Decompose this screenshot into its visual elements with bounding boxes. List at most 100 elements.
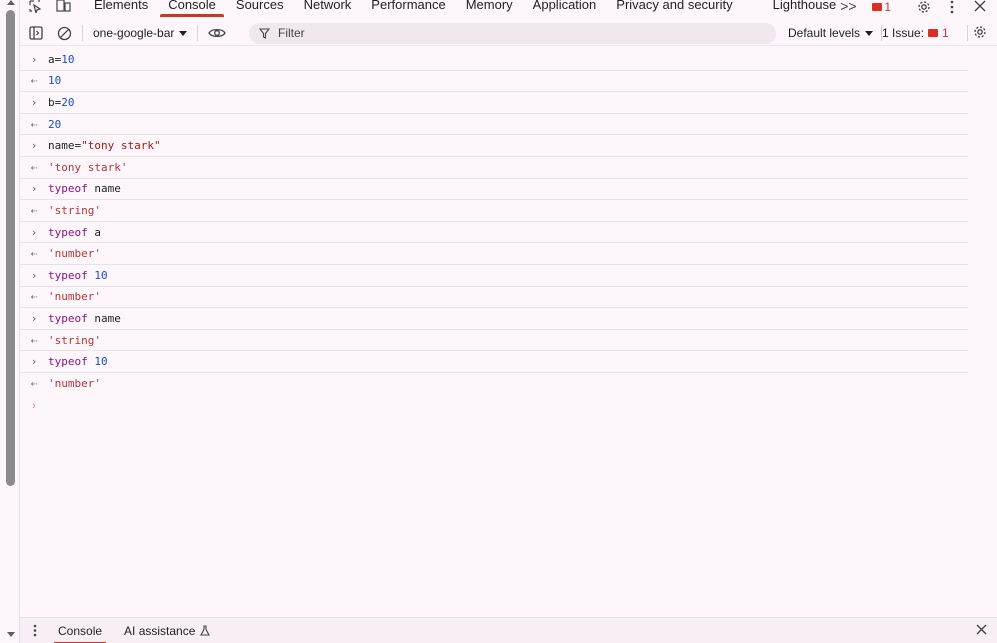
- drawer-close-icon[interactable]: [976, 624, 987, 638]
- input-chevron-icon: ›: [30, 95, 38, 109]
- console-input-line[interactable]: › typeof 10: [20, 265, 968, 287]
- console-input-text: typeof name: [48, 311, 121, 325]
- scroll-up-arrow-icon[interactable]: [7, 0, 15, 5]
- output-arrow-icon: ⇠: [30, 203, 38, 217]
- settings-gear-icon[interactable]: [913, 0, 935, 16]
- console-toolbar: one-google-bar Default levels 1 Issue: 1: [20, 21, 997, 46]
- output-arrow-icon: ⇠: [30, 74, 38, 88]
- input-chevron-icon: ›: [30, 225, 38, 239]
- inspect-element-icon[interactable]: [28, 0, 42, 16]
- chevron-down-icon: [865, 30, 874, 36]
- console-input-text: a=10: [48, 52, 75, 66]
- console-input-text: b=20: [48, 95, 75, 109]
- console-input-line[interactable]: › typeof 10: [20, 351, 968, 373]
- keyword-token: typeof: [48, 225, 88, 239]
- context-select[interactable]: one-google-bar: [89, 26, 191, 40]
- output-arrow-icon: ⇠: [30, 160, 38, 174]
- console-input-line[interactable]: › typeof name: [20, 179, 968, 201]
- close-devtools-icon[interactable]: [969, 0, 991, 16]
- log-levels-label: Default levels: [788, 26, 861, 40]
- console-output-line: ⇠ 'number': [20, 373, 968, 395]
- input-chevron-icon: ›: [30, 311, 38, 325]
- log-levels-select[interactable]: Default levels: [788, 26, 874, 40]
- console-output-value: 20: [48, 117, 62, 131]
- live-expression-eye-icon[interactable]: [208, 27, 227, 39]
- string-token: "tony stark": [81, 139, 161, 153]
- output-arrow-icon: ⇠: [30, 333, 38, 347]
- console-input-text: typeof a: [48, 225, 101, 239]
- input-chevron-icon: ›: [30, 182, 38, 196]
- tab-lighthouse[interactable]: Lighthouse: [763, 0, 837, 16]
- console-output-value: 'number': [48, 377, 101, 391]
- console-messages: › a=10 ⇠ 10 › b=20 ⇠ 20 › name="tony sta…: [20, 49, 968, 417]
- number-token: 10: [61, 52, 75, 66]
- issues-counter[interactable]: 1 Issue: 1: [882, 26, 949, 40]
- issue-flag-icon: [872, 3, 883, 11]
- chevron-down-icon: [179, 30, 188, 36]
- scroll-down-arrow-icon[interactable]: [7, 632, 15, 637]
- filter-input[interactable]: [278, 26, 758, 40]
- console-input-line[interactable]: › name="tony stark": [20, 135, 968, 157]
- tab-performance[interactable]: Performance: [361, 0, 455, 16]
- tab-console[interactable]: Console: [158, 0, 226, 17]
- console-input-line[interactable]: › b=20: [20, 92, 968, 114]
- console-scrollbar[interactable]: [0, 0, 20, 643]
- console-output-line: ⇠ 'number': [20, 287, 968, 309]
- tab-network[interactable]: Network: [294, 0, 362, 16]
- console-input-text: typeof 10: [48, 355, 108, 368]
- flask-icon: [200, 625, 211, 636]
- issues-badge[interactable]: 1: [872, 0, 891, 14]
- clear-console-icon[interactable]: [57, 26, 72, 41]
- console-input-text: typeof name: [48, 182, 121, 196]
- output-arrow-icon: ⇠: [30, 247, 38, 261]
- drawer-tab-ai-assistance-label: AI assistance: [124, 623, 196, 638]
- console-output-value: 'number': [48, 290, 101, 304]
- console-output-line: ⇠ 'string': [20, 330, 968, 352]
- input-chevron-icon: ›: [30, 268, 38, 282]
- tab-sources[interactable]: Sources: [226, 0, 294, 16]
- drawer-tab-console[interactable]: Console: [50, 618, 110, 643]
- console-output-line: ⇠ 'tony stark': [20, 157, 968, 179]
- output-arrow-icon: ⇠: [30, 377, 38, 391]
- input-chevron-icon: ›: [30, 139, 38, 153]
- device-toolbar-icon[interactable]: [56, 0, 71, 13]
- input-chevron-icon: ›: [30, 52, 38, 66]
- filter-box[interactable]: [249, 22, 776, 44]
- kebab-menu-icon[interactable]: [941, 0, 963, 16]
- console-output-value: 'tony stark': [48, 160, 128, 174]
- drawer-menu-icon[interactable]: [20, 624, 50, 637]
- drawer-tab-ai-assistance[interactable]: AI assistance: [116, 618, 218, 643]
- filter-funnel-icon: [259, 27, 270, 39]
- tab-memory[interactable]: Memory: [456, 0, 523, 16]
- sidebar-toggle-icon[interactable]: [29, 26, 43, 40]
- console-input-line[interactable]: › a=10: [20, 49, 968, 71]
- tab-privacy-and-security[interactable]: Privacy and security: [606, 0, 762, 16]
- more-tabs-button[interactable]: >>: [840, 0, 856, 14]
- console-output-value: 'number': [48, 247, 101, 261]
- console-output-line: ⇠ 'number': [20, 243, 968, 265]
- context-select-value: one-google-bar: [93, 26, 175, 40]
- console-input-line[interactable]: › typeof a: [20, 222, 968, 244]
- console-output-value: 'string': [48, 203, 101, 217]
- console-output-value: 10: [48, 74, 62, 88]
- console-input-line[interactable]: › typeof name: [20, 308, 968, 330]
- prompt-chevron-icon: ›: [32, 399, 36, 412]
- issue-flag-icon: [928, 29, 939, 37]
- scroll-thumb[interactable]: [6, 10, 15, 486]
- keyword-token: typeof: [48, 268, 88, 282]
- console-prompt[interactable]: ›: [20, 395, 968, 417]
- console-input-text: name="tony stark": [48, 139, 161, 153]
- issues-badge-count: 1: [884, 0, 891, 14]
- console-settings-gear-icon[interactable]: [973, 25, 987, 42]
- output-arrow-icon: ⇠: [30, 290, 38, 304]
- tab-elements[interactable]: Elements: [84, 0, 158, 16]
- console-output-value: 'string': [48, 333, 101, 347]
- tab-application[interactable]: Application: [523, 0, 607, 16]
- number-token: 20: [61, 95, 75, 109]
- keyword-token: typeof: [48, 182, 88, 196]
- console-output-line: ⇠ 20: [20, 114, 968, 136]
- issues-label: 1 Issue:: [882, 26, 925, 40]
- issues-count: 1: [942, 26, 949, 40]
- console-output-line: ⇠ 'string': [20, 200, 968, 222]
- number-token: 10: [94, 355, 108, 369]
